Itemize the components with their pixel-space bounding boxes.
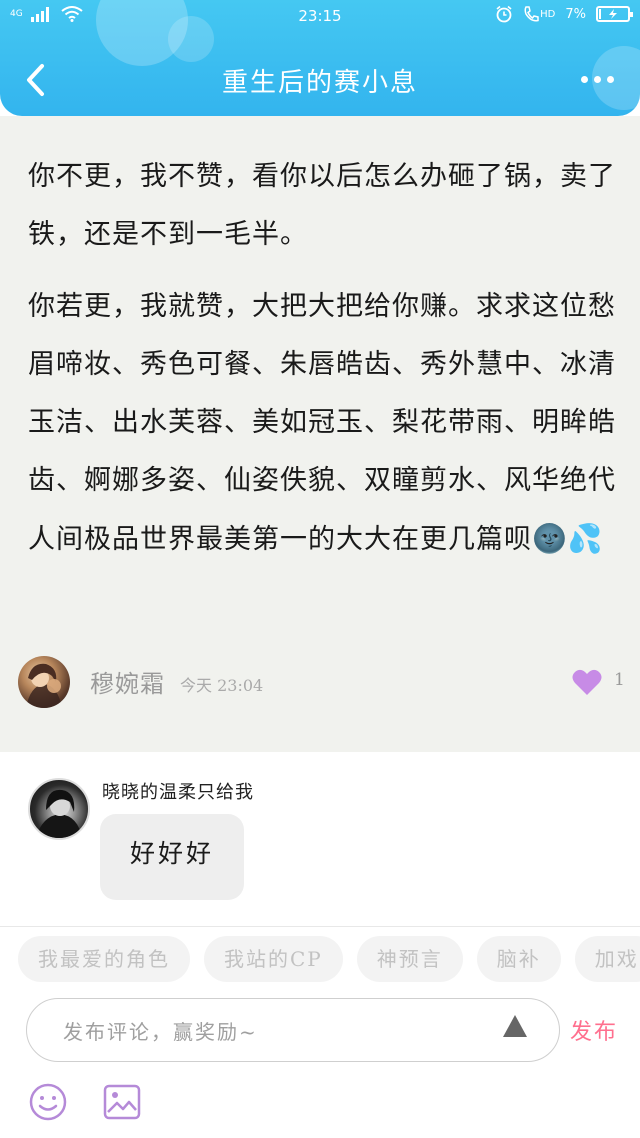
- divider: [0, 926, 640, 927]
- post-paragraph-text: 你若更，我就赞，大把大把给你赚。求求这位愁眉啼妆、秀色可餐、朱唇皓齿、秀外慧中、…: [28, 291, 616, 555]
- like-count: 1: [614, 670, 625, 690]
- post-content: 你不更，我不赞，看你以后怎么办砸了锅，卖了铁，还是不到一毛半。 你若更，我就赞，…: [0, 116, 640, 752]
- more-options-icon[interactable]: [581, 76, 614, 83]
- post-paragraph: 你不更，我不赞，看你以后怎么办砸了锅，卖了铁，还是不到一毛半。: [28, 161, 616, 250]
- battery-icon: [596, 6, 633, 22]
- avatar[interactable]: [28, 778, 90, 840]
- alarm-icon: [496, 5, 512, 23]
- top-bar: 4G 23:15 HD 7% 重生后的赛小息: [0, 0, 640, 116]
- tag-chip[interactable]: 加戏: [574, 936, 640, 982]
- comment-username[interactable]: 晓晓的温柔只给我: [102, 778, 254, 804]
- publish-button[interactable]: 发布: [570, 1014, 618, 1046]
- author-name[interactable]: 穆婉霜: [90, 664, 165, 699]
- comment-bubble: 好好好: [100, 814, 244, 900]
- tag-chip[interactable]: 神预言: [356, 936, 463, 982]
- avatar[interactable]: [18, 656, 70, 708]
- comment-placeholder: 发布评论，赢奖励~: [63, 1020, 258, 1044]
- tag-chip[interactable]: 我站的CP: [204, 936, 343, 982]
- tag-chip[interactable]: 脑补: [476, 936, 561, 982]
- hd-label: HD: [540, 8, 556, 20]
- battery-percent: 7%: [565, 6, 586, 22]
- image-icon[interactable]: [102, 1082, 142, 1122]
- call-icon: [524, 6, 539, 22]
- comment-input[interactable]: 发布评论，赢奖励~: [26, 998, 560, 1062]
- smile-icon[interactable]: [28, 1082, 68, 1122]
- status-bar: 4G 23:15 HD 7%: [0, 0, 640, 32]
- post-author-row: 穆婉霜 今天 23:04 1: [18, 656, 625, 708]
- tag-chip[interactable]: 我最爱的角色: [18, 936, 190, 982]
- post-paragraph: 你若更，我就赞，大把大把给你赚。求求这位愁眉啼妆、秀色可餐、朱唇皓齿、秀外慧中、…: [28, 278, 618, 569]
- post-timestamp: 今天 23:04: [180, 676, 264, 695]
- triangle-icon[interactable]: [501, 1013, 529, 1039]
- emoji-icon: 🌚💦: [532, 522, 604, 555]
- heart-icon[interactable]: [572, 668, 602, 696]
- page-title: 重生后的赛小息: [221, 68, 418, 98]
- tag-chip-row: 我最爱的角色 我站的CP 神预言 脑补 加戏: [18, 936, 640, 982]
